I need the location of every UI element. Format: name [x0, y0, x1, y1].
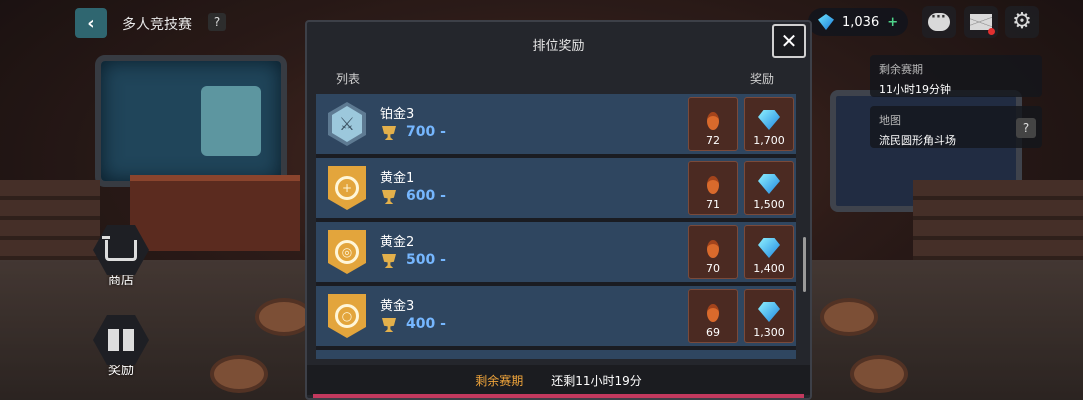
reward-button[interactable]: 奖励 [90, 315, 152, 378]
back-button[interactable]: ‹ [75, 8, 107, 38]
rank-row: ⚔ 铂金3 700 - 72 1,700 [316, 94, 796, 158]
platinum-badge-icon: ⚔ [328, 102, 366, 146]
cart-icon [102, 235, 137, 261]
rank-name: 黄金2 [380, 235, 415, 250]
gem-count: 1,700 [753, 134, 785, 147]
rank-points: 700 - [406, 124, 446, 140]
column-list: 列表 [336, 72, 361, 86]
trophy-icon [382, 126, 396, 140]
medal-reward[interactable]: 70 [688, 225, 738, 279]
close-icon: ✕ [780, 29, 798, 53]
mail-button[interactable] [964, 6, 998, 38]
season-value: 11小时19分钟 [879, 83, 951, 96]
rank-rewards-modal: 排位奖励 ✕ 列表 奖励 ⚔ 铂金3 700 - 72 1,700 + 黄金1 … [305, 20, 812, 400]
gold-badge-icon: + [328, 166, 366, 210]
gem-icon [758, 238, 780, 258]
medal-icon [707, 176, 719, 194]
gem-count: 1,400 [753, 262, 785, 275]
notification-dot [988, 28, 995, 35]
map-help-button[interactable]: ? [1016, 118, 1036, 138]
medal-icon [707, 304, 719, 322]
rank-name: 铂金3 [380, 107, 415, 122]
chat-icon [928, 10, 950, 31]
gem-icon [758, 174, 780, 194]
help-button[interactable]: ? [208, 13, 226, 31]
modal-title: 排位奖励 [532, 39, 585, 54]
gold-badge-icon: ◎ [328, 230, 366, 274]
page-title: 多人竞技赛 [122, 17, 192, 33]
map-value: 流民圆形角斗场 [879, 134, 956, 147]
map-info-card: 地图 流民圆形角斗场 ? [870, 106, 1042, 148]
season-info-card: 剩余赛期 11小时19分钟 [870, 55, 1042, 97]
gem-count: 1,300 [753, 326, 785, 339]
gem-count: 1,500 [753, 198, 785, 211]
medal-count: 69 [706, 326, 720, 339]
chevron-left-icon: ‹ [87, 12, 95, 34]
medal-reward[interactable]: 72 [688, 97, 738, 151]
rank-row-partial [316, 350, 796, 359]
action-button-partial[interactable] [313, 394, 804, 398]
medal-reward[interactable]: 69 [688, 289, 738, 343]
trophy-icon [382, 190, 396, 204]
gem-reward[interactable]: 1,300 [744, 289, 794, 343]
gem-reward[interactable]: 1,400 [744, 225, 794, 279]
season-label: 剩余赛期 [879, 63, 923, 76]
medal-count: 71 [706, 198, 720, 211]
rank-list[interactable]: ⚔ 铂金3 700 - 72 1,700 + 黄金1 600 - 71 1,50… [316, 94, 796, 359]
gem-reward[interactable]: 1,700 [744, 97, 794, 151]
gem-counter[interactable]: 1,036 + [808, 8, 909, 36]
gear-icon: ⚙ [1012, 9, 1032, 34]
gem-reward[interactable]: 1,500 [744, 161, 794, 215]
gem-amount: 1,036 [842, 14, 880, 30]
gift-icon [108, 329, 134, 351]
gem-icon [758, 110, 780, 130]
shop-button[interactable]: 商店 [90, 225, 152, 288]
medal-icon [707, 112, 719, 130]
footer-value: 还剩11小时19分 [551, 373, 642, 388]
chat-button[interactable] [922, 6, 956, 38]
rank-points: 600 - [406, 188, 446, 204]
scrollbar[interactable] [803, 237, 806, 292]
rank-name: 黄金1 [380, 171, 415, 186]
settings-button[interactable]: ⚙ [1005, 6, 1039, 38]
add-gems-button[interactable]: + [887, 15, 898, 30]
close-button[interactable]: ✕ [772, 24, 806, 58]
gem-icon [818, 14, 834, 30]
medal-icon [707, 240, 719, 258]
medal-count: 70 [706, 262, 720, 275]
rank-row: + 黄金1 600 - 71 1,500 [316, 158, 796, 222]
map-label: 地图 [879, 114, 901, 127]
modal-footer: 剩余赛期 还剩11小时19分 [307, 365, 810, 395]
rank-row: ◎ 黄金2 500 - 70 1,400 [316, 222, 796, 286]
trophy-icon [382, 318, 396, 332]
gold-badge-icon: ○ [328, 294, 366, 338]
column-reward: 奖励 [750, 72, 775, 86]
medal-reward[interactable]: 71 [688, 161, 738, 215]
rank-name: 黄金3 [380, 299, 415, 314]
medal-count: 72 [706, 134, 720, 147]
rank-points: 400 - [406, 316, 446, 332]
footer-label: 剩余赛期 [475, 373, 524, 388]
gem-icon [758, 302, 780, 322]
rank-row: ○ 黄金3 400 - 69 1,300 [316, 286, 796, 350]
trophy-icon [382, 254, 396, 268]
rank-points: 500 - [406, 252, 446, 268]
